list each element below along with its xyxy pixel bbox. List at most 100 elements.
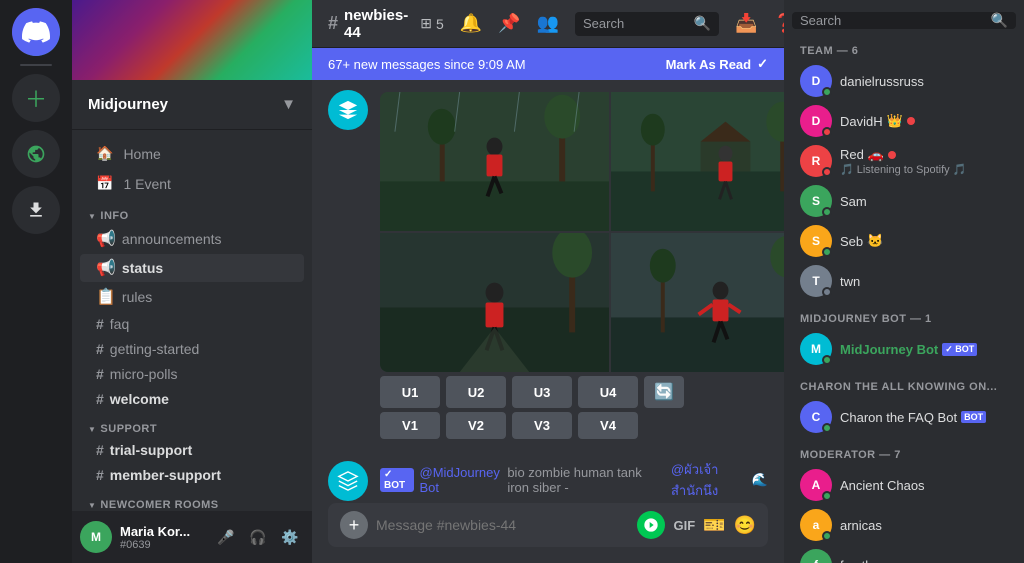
channel-rules-label: rules [122,289,152,305]
attach-button[interactable]: + [340,511,368,539]
emoji-button[interactable]: 😊 [734,515,756,536]
channel-status[interactable]: 📢 status [80,254,304,282]
upscale-u4-button[interactable]: U4 [578,376,638,408]
image-cell-2 [611,92,784,231]
avatar-arnicas: a [800,509,832,541]
inbox-icon[interactable]: 📥 [735,13,757,34]
member-section-charon: CHARON THE ALL KNOWING ON... C Charon th… [792,377,1016,437]
status-dot-arnicas [822,531,832,541]
search-box[interactable]: Search 🔍 [575,12,719,36]
refresh-icon: 🔄 [654,382,674,402]
bot-badge-prefix: ✓ BOT [380,468,414,492]
section-title-mj-bot: MIDJOURNEY BOT — 1 [792,309,1016,329]
variation-v4-button[interactable]: V4 [578,412,638,439]
add-server-button[interactable]: ＋ [12,74,60,122]
member-info-red: Red 🚗 🎵 Listening to Spotify 🎵 [840,147,966,176]
mic-button[interactable]: 🎤 [212,523,240,551]
image-cell-3 [380,233,609,372]
server-divider [20,64,52,66]
message-content-images: U1 U2 U3 U4 🔄 V1 V2 V3 V4 [380,88,784,443]
new-messages-text: 67+ new messages since 9:09 AM [328,57,526,72]
nav-home[interactable]: 🏠 Home [80,139,304,168]
avatar-ancient-chaos: A [800,469,832,501]
member-twn[interactable]: T twn [792,261,1016,301]
member-info-twn: twn [840,274,860,289]
variation-v1-button[interactable]: V1 [380,412,440,439]
upscale-u2-button[interactable]: U2 [446,376,506,408]
speaker-icon: 📢 [96,229,116,249]
member-name-danielrussruss: danielrussruss [840,74,924,89]
status-dot-twn [822,287,832,297]
gif-button[interactable]: GIF [673,518,695,533]
red-subtext-text: Listening to Spotify 🎵 [857,163,967,176]
channel-trial-support[interactable]: # trial-support [80,438,304,462]
avatar-danielrussruss: D [800,65,832,97]
member-ancient-chaos[interactable]: A Ancient Chaos [792,465,1016,505]
nav-events[interactable]: 📅 1 Event [80,169,304,198]
member-section-team: TEAM — 6 D danielrussruss D DavidH 👑 [792,41,1016,301]
server-sidebar: ＋ [0,0,72,563]
refresh-button[interactable]: 🔄 [644,376,684,408]
member-danielrussruss[interactable]: D danielrussruss [792,61,1016,101]
channel-welcome-label: welcome [110,391,169,407]
variation-v3-button[interactable]: V3 [512,412,572,439]
avatar-red: R [800,145,832,177]
member-midjourney-bot[interactable]: M MidJourney Bot ✓ BOT [792,329,1016,369]
section-title-charon: CHARON THE ALL KNOWING ON... [792,377,1016,397]
hash-icon-ms: # [96,467,104,483]
at-mention-prefix: @MidJourney Bot [420,465,502,495]
status-dot-red [822,167,832,177]
channel-getting-started-label: getting-started [110,341,200,357]
seb-name-line: Seb 🐱 [840,233,883,249]
channel-announcements-label: announcements [122,231,222,247]
upscale-u3-button[interactable]: U3 [512,376,572,408]
member-info-sam: Sam [840,194,867,209]
member-charon-bot[interactable]: C Charon the FAQ Bot BOT [792,397,1016,437]
variation-v2-button[interactable]: V2 [446,412,506,439]
member-fractl[interactable]: f fractl [792,545,1016,563]
help-icon[interactable]: ❓ [773,13,784,34]
download-apps-button[interactable] [12,186,60,234]
channel-member-support[interactable]: # member-support [80,463,304,487]
bot-icon-button[interactable] [637,511,665,539]
member-name-sam: Sam [840,194,867,209]
channel-micro-polls[interactable]: # micro-polls [80,362,304,386]
right-search-icon: 🔍 [991,12,1008,29]
category-support[interactable]: ▼ SUPPORT [72,419,312,437]
member-info-arnicas: arnicas [840,518,882,533]
settings-button[interactable]: ⚙️ [276,523,304,551]
explore-servers-button[interactable] [12,130,60,178]
headphone-button[interactable]: 🎧 [244,523,272,551]
members-icon[interactable]: 👥 [537,13,559,34]
upscale-u1-button[interactable]: U1 [380,376,440,408]
channel-announcements[interactable]: 📢 announcements [80,225,304,253]
channel-faq[interactable]: # faq [80,312,304,336]
chevron-down-icon: ▼ [281,96,296,113]
status-dot-danielrussruss [822,87,832,97]
category-info[interactable]: ▼ INFO [72,206,312,224]
member-seb[interactable]: S Seb 🐱 [792,221,1016,261]
member-sam[interactable]: S Sam [792,181,1016,221]
server-name-header[interactable]: Midjourney ▼ [72,80,312,130]
category-newcomer-rooms[interactable]: ▼ NEWCOMER ROOMS [72,495,312,511]
input-actions: GIF 🎫 😊 [673,515,756,536]
member-arnicas[interactable]: a arnicas [792,505,1016,545]
member-name-fractl: fractl [840,558,868,563]
member-davidh[interactable]: D DavidH 👑 [792,101,1016,141]
channel-rules[interactable]: 📋 rules [80,283,304,311]
member-red[interactable]: R Red 🚗 🎵 Listening to Spotify 🎵 [792,141,1016,181]
section-title-moderator: MODERATOR — 7 [792,445,1016,465]
channel-welcome[interactable]: # welcome [80,387,304,411]
channel-getting-started[interactable]: # getting-started [80,337,304,361]
notification-bell-icon[interactable]: 🔔 [460,13,482,34]
member-name-mj-bot: MidJourney Bot [840,342,938,357]
discord-home-button[interactable] [12,8,60,56]
member-name-seb: Seb [840,234,863,249]
right-sidebar-search[interactable]: Search 🔍 [792,12,1016,29]
new-messages-bar: 67+ new messages since 9:09 AM Mark As R… [312,48,784,80]
sticker-button[interactable]: 🎫 [703,515,725,536]
pin-icon[interactable]: 📌 [498,13,520,34]
mark-as-read-button[interactable]: Mark As Read ✓ [666,56,768,72]
channel-member-support-label: member-support [110,467,221,483]
message-input[interactable] [376,517,629,533]
